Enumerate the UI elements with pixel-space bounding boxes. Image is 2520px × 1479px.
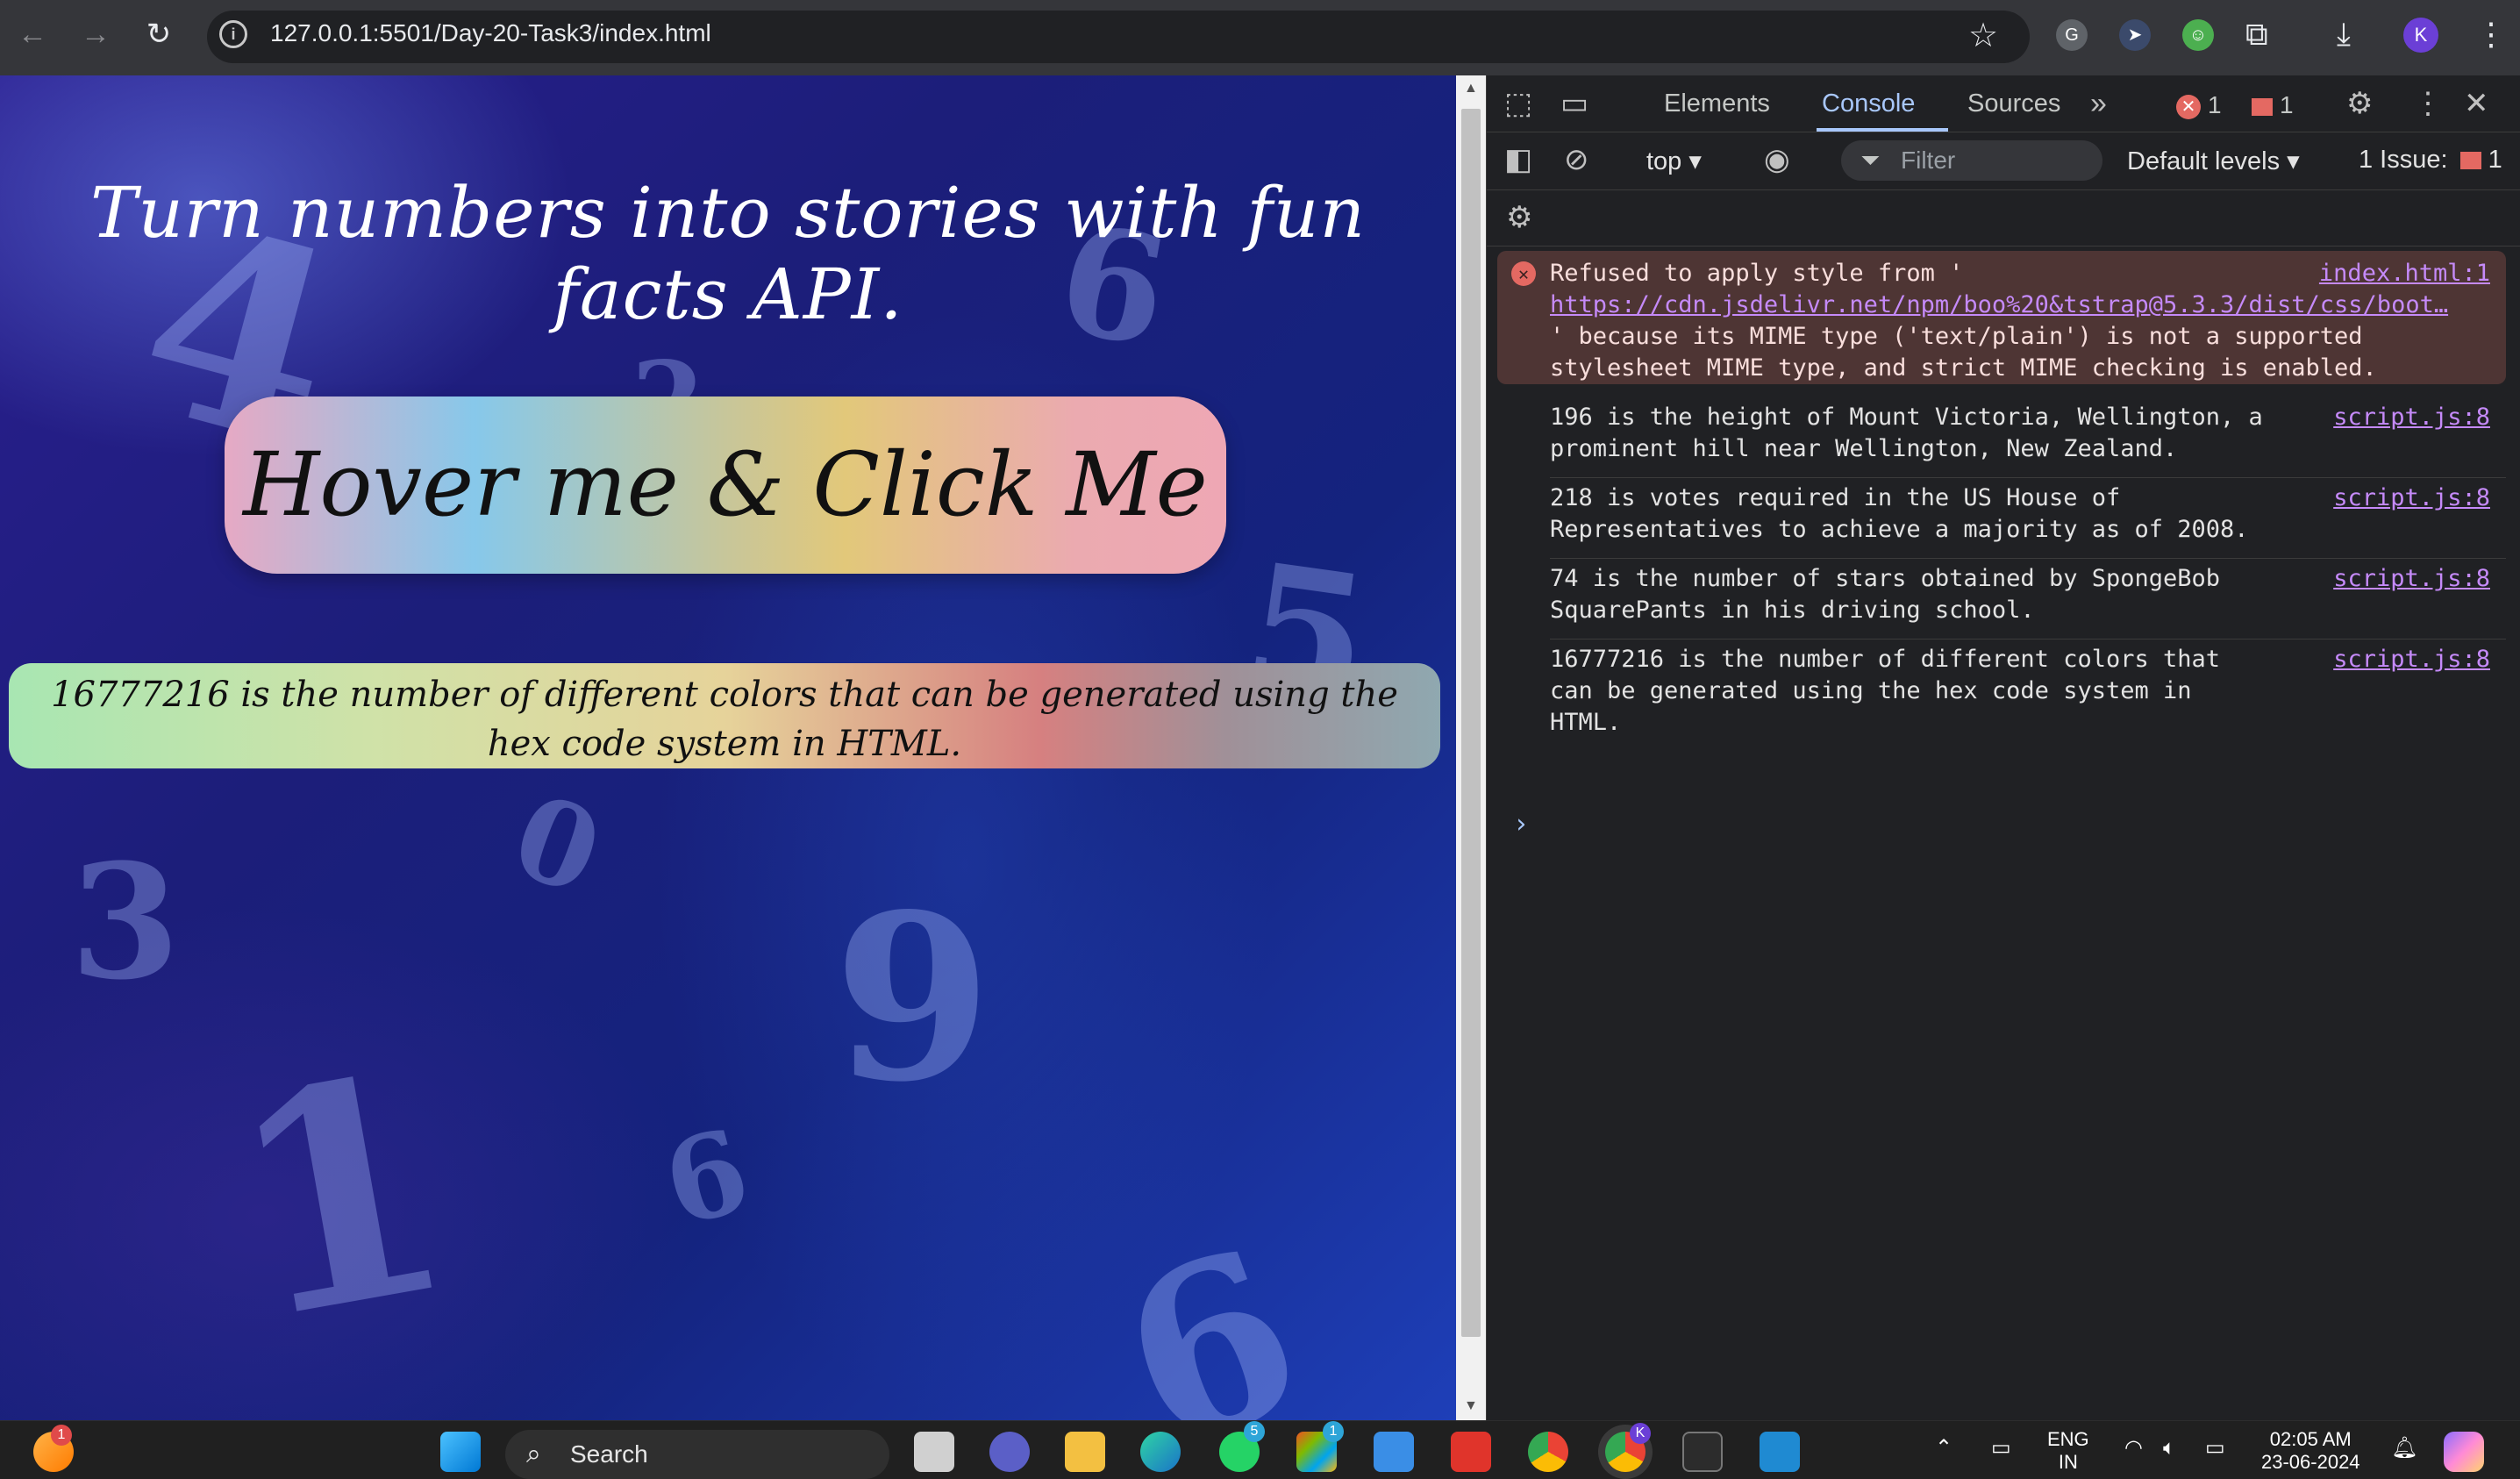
windows-start-icon[interactable] — [440, 1432, 481, 1472]
cursor-extension-icon[interactable]: ➤ — [2119, 19, 2151, 51]
console-error-message: ✕ index.html:1 Refused to apply style fr… — [1497, 251, 2506, 384]
language-indicator[interactable]: ENG IN — [2047, 1428, 2089, 1474]
profile-avatar[interactable]: K — [2403, 18, 2438, 53]
file-explorer-icon[interactable] — [1065, 1432, 1105, 1472]
console-log-message: script.js:8 218 is votes required in the… — [1550, 482, 2490, 543]
robot-extension-icon[interactable]: ☺ — [2182, 19, 2214, 51]
bluesky-app-icon[interactable] — [1374, 1432, 1414, 1472]
chrome-icon[interactable] — [1528, 1432, 1568, 1472]
widgets-badge: 1 — [51, 1425, 72, 1446]
settings-gear-icon[interactable]: ⚙ — [2346, 86, 2373, 121]
sidebar-toggle-icon[interactable]: ◧ — [1504, 142, 1532, 177]
keyboard-layout-icon[interactable]: ▭ — [1991, 1437, 2011, 1460]
issue-flag-icon — [2252, 97, 2273, 116]
wps-office-icon[interactable] — [1451, 1432, 1491, 1472]
more-tabs-icon[interactable]: » — [2090, 86, 2107, 121]
issues-counter[interactable]: 1 Issue: 1 — [2359, 146, 2502, 175]
live-expression-eye-icon[interactable]: ◉ — [1764, 142, 1790, 177]
browser-toolbar: ← → ↻ i 127.0.0.1:5501/Day-20-Task3/inde… — [0, 0, 2520, 75]
message-source-link[interactable]: index.html:1 — [2319, 258, 2490, 289]
log-levels-dropdown[interactable]: Default levels ▾ — [2127, 146, 2300, 176]
console-log-message: script.js:8 196 is the height of Mount V… — [1550, 402, 2490, 462]
scroll-down-arrow-icon[interactable]: ▼ — [1464, 1398, 1478, 1414]
devtools-tabbar: ⬚ ▭ Elements Console Sources » ✕ 1 1 ⚙ ⋮ … — [1487, 75, 2520, 132]
tab-elements[interactable]: Elements — [1664, 89, 1770, 118]
show-hidden-icons-chevron-icon[interactable]: ⌃ — [1935, 1437, 1952, 1460]
context-selector[interactable]: top ▾ — [1646, 146, 1702, 176]
issue-flag-icon — [2459, 152, 2481, 170]
scrollbar-thumb[interactable] — [1461, 109, 1481, 1337]
background-number: 3 — [70, 830, 181, 1015]
clock[interactable]: 02:05 AM 23-06-2024 — [2261, 1428, 2360, 1474]
grammarly-extension-icon[interactable]: G — [2056, 19, 2088, 51]
notification-bell-icon[interactable]: 🔔︎ — [2391, 1437, 2417, 1460]
taskbar-search-input[interactable]: ⌕ Search — [505, 1430, 889, 1479]
message-source-link[interactable]: script.js:8 — [2333, 482, 2490, 514]
browser-menu-icon[interactable]: ⋮ — [2475, 16, 2507, 53]
forward-arrow-icon[interactable]: → — [77, 16, 114, 53]
console-log-message: script.js:8 16777216 is the number of di… — [1550, 644, 2490, 736]
page-scrollbar[interactable]: ▲ ▼ — [1456, 75, 1486, 1420]
download-icon[interactable]: ⤓ — [2337, 16, 2351, 53]
tab-console[interactable]: Console — [1822, 89, 1915, 118]
bookmark-star-icon[interactable]: ☆ — [1968, 16, 1998, 55]
vscode-icon[interactable] — [1760, 1432, 1800, 1472]
error-count-badge[interactable]: ✕ 1 — [2176, 91, 2222, 119]
battery-icon[interactable]: ▭ — [2205, 1437, 2225, 1460]
message-source-link[interactable]: script.js:8 — [2333, 402, 2490, 433]
device-toolbar-icon[interactable]: ▭ — [1560, 86, 1588, 121]
whatsapp-badge: 5 — [1244, 1421, 1265, 1442]
url-text[interactable]: 127.0.0.1:5501/Day-20-Task3/index.html — [270, 19, 711, 47]
devtools-menu-icon[interactable]: ⋮ — [2413, 86, 2443, 121]
console-filter-input[interactable]: ⏷ Filter — [1841, 140, 2102, 181]
background-number: 1 — [208, 1007, 474, 1389]
scroll-up-arrow-icon[interactable]: ▲ — [1464, 81, 1478, 96]
background-number: 6 — [650, 1102, 762, 1254]
site-info-icon[interactable]: i — [219, 20, 247, 48]
inspect-element-icon[interactable]: ⬚ — [1504, 86, 1532, 121]
fetch-fact-button[interactable]: Hover me & Click Me — [225, 397, 1226, 574]
volume-icon[interactable]: 🔈︎ — [2163, 1437, 2175, 1460]
search-icon: ⌕ — [526, 1440, 541, 1468]
error-icon: ✕ — [2176, 94, 2201, 119]
close-devtools-icon[interactable]: ✕ — [2464, 86, 2489, 121]
filter-funnel-icon: ⏷ — [1860, 146, 1881, 174]
edge-browser-icon[interactable] — [1140, 1432, 1181, 1472]
console-settings-gear-icon[interactable]: ⚙ — [1506, 200, 1532, 235]
console-prompt-chevron-icon[interactable]: › — [1513, 809, 1529, 840]
stylesheet-url-link[interactable]: https://cdn.jsdelivr.net/npm/boo%20&tstr… — [1550, 291, 2448, 318]
store-badge: 1 — [1323, 1421, 1344, 1442]
background-number: 6 — [1090, 1197, 1331, 1420]
chrome-profile-badge: K — [1630, 1423, 1651, 1444]
page-title: Turn numbers into stories with fun facts… — [90, 172, 1366, 335]
console-output: ✕ index.html:1 Refused to apply style fr… — [1487, 247, 2520, 1420]
devtools-panel: ⬚ ▭ Elements Console Sources » ✕ 1 1 ⚙ ⋮ … — [1486, 75, 2520, 1420]
fact-display: 16777216 is the number of different colo… — [9, 663, 1440, 768]
tab-sources[interactable]: Sources — [1967, 89, 2060, 118]
clear-console-icon[interactable]: ⊘ — [1564, 142, 1589, 177]
teams-meet-icon[interactable] — [989, 1432, 1030, 1472]
background-number: 0 — [496, 768, 618, 921]
copilot-icon[interactable] — [2444, 1432, 2484, 1472]
extensions-puzzle-icon[interactable]: ⧉ — [2245, 16, 2268, 53]
task-view-icon[interactable] — [914, 1432, 954, 1472]
message-source-link[interactable]: script.js:8 — [2333, 563, 2490, 595]
back-arrow-icon[interactable]: ← — [14, 16, 51, 53]
issue-count-badge[interactable]: 1 — [2252, 91, 2294, 119]
error-icon: ✕ — [1511, 261, 1536, 286]
page-viewport: 4 2 6 5 3 0 9 1 6 6 Turn numbers into st… — [0, 75, 1456, 1420]
console-settings-row: ⚙ — [1487, 189, 2520, 246]
background-number: 9 — [833, 865, 992, 1132]
terminal-icon[interactable] — [1682, 1432, 1723, 1472]
reload-icon[interactable]: ↻ — [140, 16, 177, 53]
message-source-link[interactable]: script.js:8 — [2333, 644, 2490, 675]
windows-taskbar: 1 ⌕ Search 5 1 K ⌃ ▭ ENG IN ◠ 🔈︎ ▭ 02:05… — [0, 1420, 2520, 1479]
console-toolbar: ◧ ⊘ top ▾ ◉ ⏷ Filter Default levels ▾ 1 … — [1487, 132, 2520, 190]
console-log-message: script.js:8 74 is the number of stars ob… — [1550, 563, 2490, 624]
wifi-icon[interactable]: ◠ — [2124, 1437, 2143, 1460]
